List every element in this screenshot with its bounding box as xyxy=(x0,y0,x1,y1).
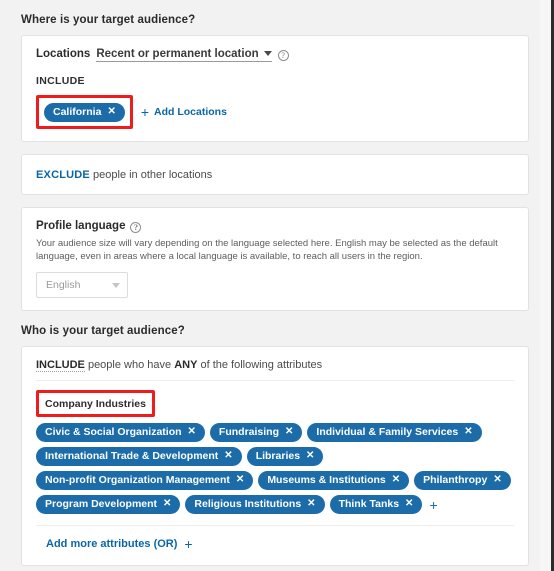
location-pill-label: California xyxy=(53,106,102,118)
attribute-pill-label: Museums & Institutions xyxy=(267,474,386,486)
locations-label: Locations xyxy=(36,48,91,60)
close-icon[interactable]: ✕ xyxy=(392,475,400,485)
attribute-pill-label: Think Tanks xyxy=(338,498,400,510)
audience-section-question: Who is your target audience? xyxy=(21,325,185,337)
exclude-locations-card[interactable]: EXCLUDE people in other locations xyxy=(21,154,529,195)
close-icon[interactable]: ✕ xyxy=(493,475,501,485)
scrollbar-track[interactable] xyxy=(540,0,551,571)
location-pill-california[interactable]: California ✕ xyxy=(44,103,125,122)
company-industries-highlight-box: Company Industries xyxy=(36,390,155,417)
plus-icon: + xyxy=(184,536,193,552)
chevron-down-icon xyxy=(263,51,272,56)
plus-icon[interactable]: + xyxy=(429,498,437,512)
any-keyword: ANY xyxy=(174,359,198,371)
profile-language-select[interactable]: English xyxy=(36,272,128,298)
company-industries-pill-list: Civic & Social Organization ✕ Fundraising ✕… xyxy=(36,423,514,514)
profile-language-selected-value: English xyxy=(46,279,81,291)
locations-row: Locations Recent or permanent location ? xyxy=(36,48,514,62)
attribute-pill[interactable]: Fundraising ✕ xyxy=(209,423,303,442)
attribute-pill[interactable]: Think Tanks ✕ xyxy=(329,495,423,514)
question-mark-circle-icon[interactable]: ? xyxy=(130,221,142,233)
include-keyword: INCLUDE xyxy=(36,359,85,372)
attribute-pill-label: Libraries xyxy=(255,450,301,462)
attribute-pill[interactable]: International Trade & Development ✕ xyxy=(36,447,242,466)
locations-card: Locations Recent or permanent location ?… xyxy=(21,35,529,142)
company-industries-label: Company Industries xyxy=(45,398,146,410)
close-icon[interactable]: ✕ xyxy=(236,475,244,485)
attribute-pill-label: Religious Institutions xyxy=(194,498,302,510)
close-icon[interactable]: ✕ xyxy=(107,107,115,117)
exclude-text: EXCLUDE people in other locations xyxy=(36,166,514,183)
attribute-pill[interactable]: Libraries ✕ xyxy=(246,447,324,466)
attribute-pill[interactable]: Philanthropy ✕ xyxy=(414,471,511,490)
attribute-pill-label: Fundraising xyxy=(218,426,280,438)
attribute-pill-label: Non-profit Organization Management xyxy=(45,474,230,486)
add-locations-label: Add Locations xyxy=(154,106,227,118)
close-icon[interactable]: ✕ xyxy=(464,427,472,437)
add-more-attributes-label: Add more attributes (OR) xyxy=(46,538,178,550)
close-icon[interactable]: ✕ xyxy=(306,451,314,461)
attribute-pill-label: Program Development xyxy=(45,498,158,510)
profile-language-card: Profile language ? Your audience size wi… xyxy=(21,207,529,311)
attribute-pill-label: Philanthropy xyxy=(423,474,488,486)
attribute-pill[interactable]: Non-profit Organization Management ✕ xyxy=(36,471,254,490)
question-mark-circle-icon[interactable]: ? xyxy=(277,50,289,61)
close-icon[interactable]: ✕ xyxy=(307,499,315,509)
include-attributes-card: INCLUDE people who have ANY of the follo… xyxy=(21,346,529,566)
location-section-question: Where is your target audience? xyxy=(21,14,196,26)
location-scope-value: Recent or permanent location xyxy=(96,48,259,60)
close-icon[interactable]: ✕ xyxy=(163,499,171,509)
attribute-pill-label: International Trade & Development xyxy=(45,450,219,462)
attribute-pill-label: Individual & Family Services xyxy=(316,426,459,438)
plus-icon: + xyxy=(140,104,150,120)
include-locations-row: California ✕ + Add Locations xyxy=(36,95,514,129)
chevron-down-icon xyxy=(112,282,120,288)
california-highlight-box: California ✕ xyxy=(36,95,133,129)
company-industries-group: Company Industries Civic & Social Organi… xyxy=(36,390,514,514)
attribute-pill[interactable]: Individual & Family Services ✕ xyxy=(307,423,482,442)
attribute-pill[interactable]: Civic & Social Organization ✕ xyxy=(36,423,205,442)
profile-language-description: Your audience size will vary depending o… xyxy=(36,238,498,262)
attribute-pill[interactable]: Religious Institutions ✕ xyxy=(185,495,325,514)
include-attributes-heading: INCLUDE people who have ANY of the follo… xyxy=(36,359,514,381)
close-icon[interactable]: ✕ xyxy=(285,427,293,437)
scroll-area: Where is your target audience? Locations… xyxy=(0,0,551,571)
profile-language-title: Profile language xyxy=(36,220,126,232)
attribute-pill[interactable]: Program Development ✕ xyxy=(36,495,181,514)
audience-targeting-page: Where is your target audience? Locations… xyxy=(0,0,554,571)
attribute-pill[interactable]: Museums & Institutions ✕ xyxy=(258,471,410,490)
close-icon[interactable]: ✕ xyxy=(405,499,413,509)
add-more-attributes-button[interactable]: Add more attributes (OR) + xyxy=(36,526,193,553)
attribute-pill-label: Civic & Social Organization xyxy=(45,426,182,438)
include-heading-middle: people who have xyxy=(84,359,175,371)
exclude-rest-text: people in other locations xyxy=(89,169,213,181)
location-scope-dropdown[interactable]: Recent or permanent location xyxy=(96,48,272,62)
profile-language-title-row: Profile language ? xyxy=(36,220,514,233)
include-locations-label: INCLUDE xyxy=(36,75,85,87)
close-icon[interactable]: ✕ xyxy=(188,427,196,437)
add-locations-button[interactable]: + Add Locations xyxy=(140,104,227,120)
exclude-link[interactable]: EXCLUDE xyxy=(36,169,90,181)
include-heading-suffix: of the following attributes xyxy=(197,359,323,371)
close-icon[interactable]: ✕ xyxy=(224,451,232,461)
